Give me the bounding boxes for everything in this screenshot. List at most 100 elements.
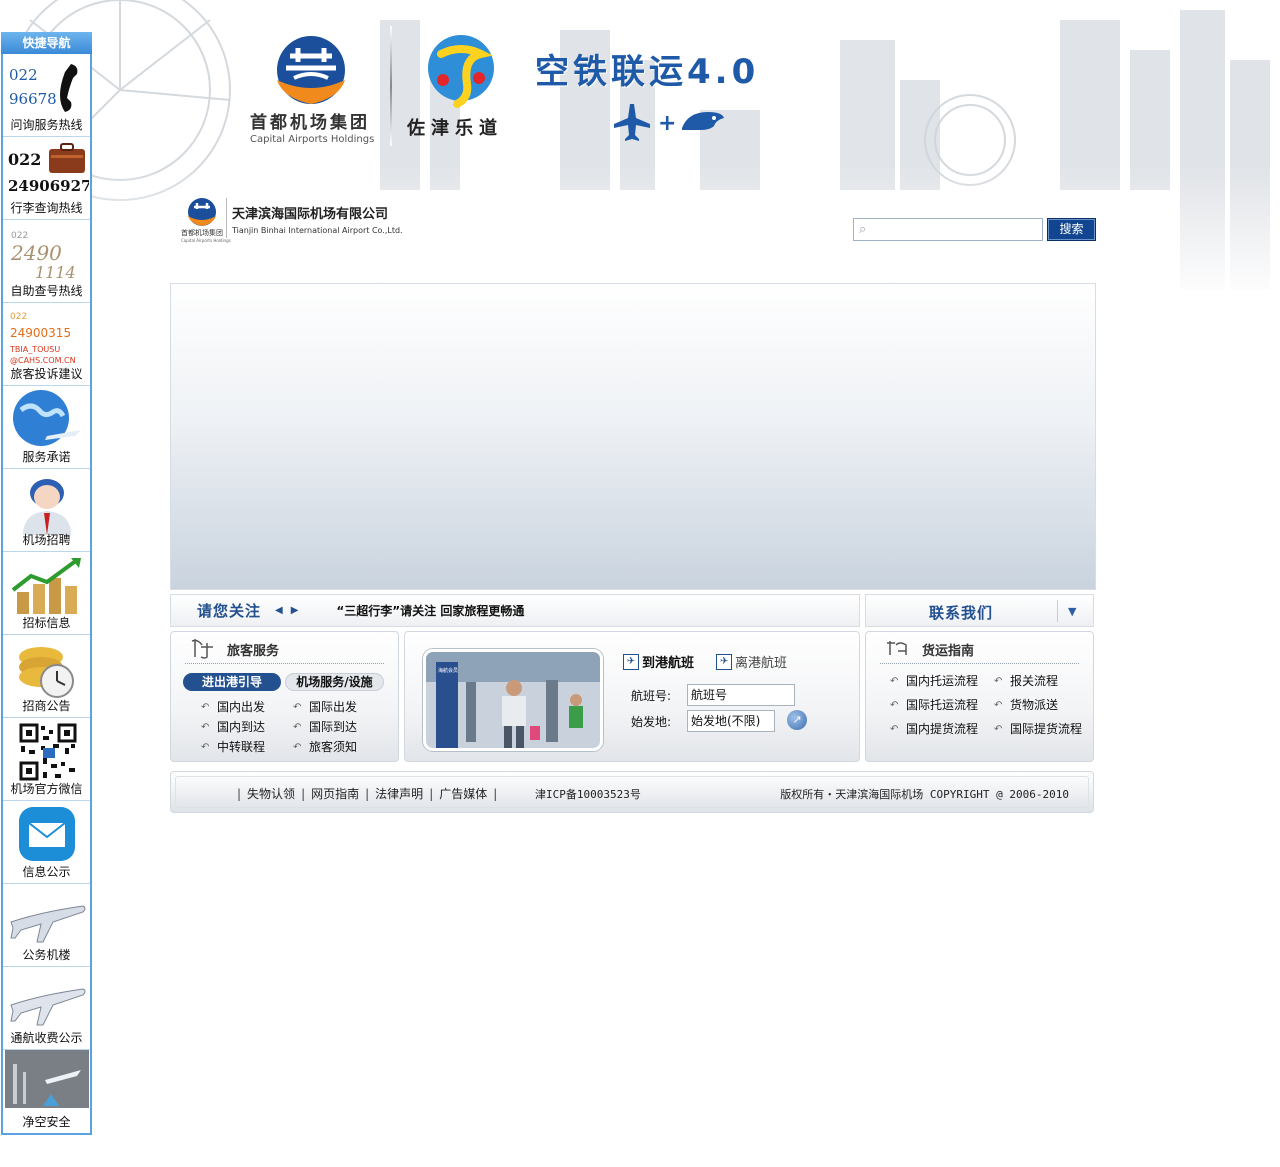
person-icon: [7, 473, 87, 535]
qr-code-icon: [7, 722, 87, 782]
quick-nav-item-recruitment[interactable]: 机场招聘: [3, 469, 90, 552]
notice-prev-next-icons[interactable]: ◀▶: [275, 605, 306, 616]
mail-icon: [7, 805, 87, 865]
quick-nav-label: 通航收费公示: [10, 1031, 83, 1045]
headline-air-rail: 空铁联运4.0: [535, 52, 760, 92]
link-passenger-notice[interactable]: ↶ 旅客须知: [293, 738, 385, 755]
general-aviation-icon: [7, 971, 87, 1031]
passenger-links: ↶ 国内出发 ↶ 国际出发 ↶ 国内到达 ↶ 国际到达 ↶ 中转联程 ↶ 旅客须知: [201, 698, 385, 755]
go-arrow-icon[interactable]: ↗: [787, 710, 807, 730]
search-box: ⌕: [853, 218, 1043, 241]
quick-nav-item-bidding[interactable]: 招标信息: [3, 552, 90, 635]
notice-text[interactable]: “三超行李”请关注 回家旅程更畅通: [336, 602, 524, 619]
icp-number[interactable]: 津ICP备10003523号: [535, 786, 641, 802]
quick-nav-item-business-aviation-terminal[interactable]: 公务机楼: [3, 884, 90, 967]
link-customs-process[interactable]: ↶ 报关流程: [994, 672, 1086, 689]
contact-bar: 联系我们 ▼: [865, 594, 1094, 627]
hotline-area-code: 022: [9, 66, 38, 84]
quick-nav-label: 行李查询热线: [10, 201, 83, 215]
contact-separator: [1057, 600, 1058, 622]
link-transfer[interactable]: ↶ 中转联程: [201, 738, 293, 755]
flight-number-label: 航班号:: [631, 689, 672, 703]
company-logo[interactable]: 首都机场集团 Capital Airports Holdings 天津滨海国际机…: [180, 196, 410, 244]
tab-arrival-departure-guide[interactable]: 进出港引导: [183, 673, 281, 691]
contact-title[interactable]: 联系我们: [866, 602, 1056, 623]
small-arrow-icon: ↶: [293, 701, 302, 713]
quick-nav-item-investment-notice[interactable]: 招商公告: [3, 635, 90, 718]
self-service-number-icon: 022 2490 1114: [7, 224, 87, 284]
quick-nav-label: 服务承诺: [22, 450, 71, 464]
dotted-divider: [880, 663, 1079, 664]
footer-link-legal[interactable]: 法律声明: [375, 785, 423, 802]
small-arrow-icon: ↶: [201, 741, 210, 753]
link-domestic-shipping[interactable]: ↶ 国内托运流程: [890, 672, 994, 689]
quick-nav-item-service-commitment[interactable]: 服务承诺: [3, 386, 90, 469]
quick-nav-item-general-aviation-fees[interactable]: 通航收费公示: [3, 967, 90, 1050]
quick-nav-item-clearance-safety[interactable]: 净空安全: [3, 1050, 90, 1133]
complaint-email-user: TBIA_TOUSU: [9, 345, 60, 354]
link-international-departure[interactable]: ↶ 国际出发: [293, 698, 385, 715]
link-cargo-delivery[interactable]: ↶ 货物派送: [994, 696, 1086, 713]
link-international-arrival[interactable]: ↶ 国际到达: [293, 718, 385, 735]
small-arrow-icon: ↶: [890, 675, 899, 687]
chevron-down-icon[interactable]: ▼: [1068, 605, 1076, 618]
dotted-divider: [185, 663, 384, 664]
search-icon: ⌕: [859, 222, 867, 237]
footer-link-lost-found[interactable]: 失物认领: [247, 785, 295, 802]
copyright-text: 版权所有・天津滨海国际机场 COPYRIGHT @ 2006-2010: [780, 788, 1069, 801]
tab-departures[interactable]: ✈ 离港航班: [716, 652, 787, 671]
small-arrow-icon: ↶: [994, 675, 1003, 687]
small-arrow-icon: ↶: [201, 721, 210, 733]
quick-nav-item-complaint[interactable]: 022 24900315 TBIA_TOUSU @CAHS.COM.CN 旅客投…: [3, 303, 90, 386]
link-domestic-pickup[interactable]: ↶ 国内提货流程: [890, 720, 994, 737]
search-button[interactable]: 搜索: [1047, 218, 1096, 241]
cargo-guide-title: 货运指南: [922, 644, 975, 659]
photo-sign-text: 海航会员: [438, 667, 458, 674]
flight-number-input[interactable]: 航班号: [687, 684, 795, 706]
passenger-tabs: 进出港引导 机场服务/设施: [183, 673, 384, 691]
small-arrow-icon: ↶: [890, 699, 899, 711]
quick-nav-item-baggage-hotline[interactable]: 022 24906927 行李查询热线: [3, 137, 92, 220]
cah-name-en: Capital Airports Holdings: [250, 134, 374, 145]
footer-link-site-guide[interactable]: 网页指南: [311, 785, 359, 802]
departure-plane-icon: ✈: [716, 653, 733, 670]
baggage-area-code: 022: [8, 150, 41, 169]
main-banner[interactable]: [170, 283, 1096, 590]
baggage-number: 24906927: [8, 177, 89, 195]
quick-nav-label: 自助查号热线: [10, 284, 83, 298]
search-input[interactable]: [870, 222, 1031, 237]
link-domestic-departure[interactable]: ↶ 国内出发: [201, 698, 293, 715]
origin-select[interactable]: 始发地(不限): [687, 710, 775, 732]
luggage-icon: 022 24906927: [7, 141, 92, 201]
complaint-number: 24900315: [10, 326, 71, 340]
capital-airports-logo: 首都机场集团 Capital Airports Holdings: [248, 34, 378, 149]
quick-nav-label: 招标信息: [22, 616, 71, 630]
tab-arrivals[interactable]: ✈ 到港航班: [623, 652, 694, 671]
link-international-pickup[interactable]: ↶ 国际提货流程: [994, 720, 1086, 737]
globe-plane-icon: [7, 390, 87, 450]
cargo-guide-panel: 货运指南 ↶ 国内托运流程 ↶ 报关流程 ↶ 国际托运流程 ↶ 货物派送 ↶ 国内提货流程…: [865, 631, 1094, 762]
tab-airport-facilities[interactable]: 机场服务/设施: [285, 673, 384, 691]
small-arrow-icon: ↶: [201, 701, 210, 713]
terminal-photo: 海航会员: [423, 649, 603, 751]
link-domestic-arrival[interactable]: ↶ 国内到达: [201, 718, 293, 735]
small-arrow-icon: ↶: [994, 699, 1003, 711]
headline-plus: +: [658, 111, 676, 136]
hotline-number: 96678: [9, 90, 57, 108]
quick-nav-label: 机场官方微信: [10, 782, 83, 796]
passenger-service-panel: 旅客服务 进出港引导 机场服务/设施 ↶ 国内出发 ↶ 国际出发 ↶ 国内到达 ↶ 国际…: [170, 631, 399, 762]
footer: | 失物认领 | 网页指南 | 法律声明 | 广告媒体 | 津ICP备10003…: [170, 771, 1094, 813]
quick-nav-label: 问询服务热线: [10, 118, 83, 132]
quick-nav-item-inquiry-hotline[interactable]: 022 96678 问询服务热线: [3, 54, 90, 137]
quick-nav-label: 机场招聘: [22, 533, 71, 547]
footer-link-advertising[interactable]: 广告媒体: [439, 785, 487, 802]
quick-nav-item-self-service-number[interactable]: 022 2490 1114 自助查号热线: [3, 220, 90, 303]
link-international-shipping[interactable]: ↶ 国际托运流程: [890, 696, 994, 713]
cargo-calligraphy-icon: [884, 637, 910, 662]
coins-clock-icon: [7, 639, 87, 699]
business-jet-icon: [7, 888, 87, 948]
company-name-cn: 天津滨海国际机场有限公司: [232, 206, 388, 222]
complaint-email-domain: @CAHS.COM.CN: [10, 356, 76, 365]
quick-nav-item-info-disclosure[interactable]: 信息公示: [3, 801, 90, 884]
quick-nav-item-wechat[interactable]: 机场官方微信: [3, 718, 90, 801]
